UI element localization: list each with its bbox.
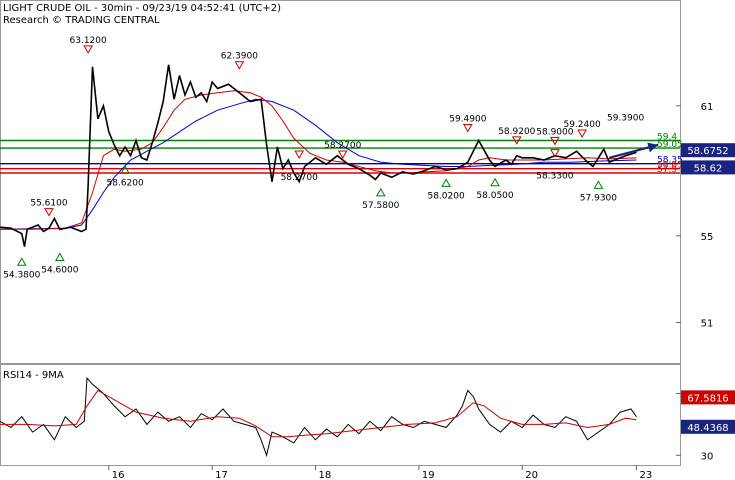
price-tick-label-0: 51 bbox=[701, 319, 714, 330]
marker-label-12: 58.9200 bbox=[498, 127, 535, 137]
marker-label-16: 57.9300 bbox=[580, 193, 617, 203]
price-tick-label-1: 55 bbox=[701, 232, 714, 243]
rsi-panel-frame bbox=[0, 364, 681, 466]
rsi-tick-label-0: 30 bbox=[701, 451, 714, 462]
marker-label-8: 57.5800 bbox=[362, 201, 399, 211]
marker-label-6: 58.2700 bbox=[281, 173, 318, 183]
marker-label-7: 58.2700 bbox=[324, 141, 361, 151]
x-tick-label-5: 23 bbox=[639, 470, 652, 480]
marker-label-3: 63.1200 bbox=[70, 36, 107, 46]
level-label-1: 59.05 bbox=[657, 140, 683, 150]
marker-label-10: 59.4900 bbox=[449, 115, 486, 125]
price-panel-frame bbox=[0, 0, 681, 364]
rsi-tag-label-0: 67.5816 bbox=[687, 393, 728, 404]
marker-label-4: 58.6200 bbox=[107, 178, 144, 188]
marker-label-0: 54.3800 bbox=[3, 270, 40, 280]
price-tick-label-2: 61 bbox=[701, 102, 714, 113]
marker-label-1: 55.6100 bbox=[30, 199, 67, 209]
marker-label-15: 59.2400 bbox=[563, 120, 600, 130]
level-label-4: 57.9 bbox=[657, 165, 677, 175]
x-tick-label-2: 18 bbox=[319, 470, 332, 480]
chart: 59.459.0558.3558.0557.9 54.380055.610054… bbox=[0, 0, 735, 480]
price-tag-label-0: 58.6752 bbox=[687, 146, 728, 157]
marker-label-17: 59.3900 bbox=[607, 114, 644, 124]
x-tick-label-1: 17 bbox=[215, 470, 228, 480]
marker-label-9: 58.0200 bbox=[427, 191, 464, 201]
rsi-tag-label-1: 48.4368 bbox=[687, 423, 728, 434]
rsi-title: RSI14 - 9MA bbox=[3, 370, 64, 381]
marker-label-13: 58.3300 bbox=[536, 172, 573, 182]
marker-label-11: 58.0500 bbox=[476, 191, 513, 201]
x-tick-label-4: 20 bbox=[525, 470, 538, 480]
price-tag-label-1: 58.62 bbox=[694, 163, 723, 174]
chart-title: LIGHT CRUDE OIL - 30min - 09/23/19 04:52… bbox=[3, 3, 281, 14]
x-tick-label-0: 16 bbox=[112, 470, 125, 480]
marker-label-5: 62.3900 bbox=[221, 52, 258, 62]
marker-label-2: 54.6000 bbox=[41, 266, 78, 276]
chart-subtitle: Research © TRADING CENTRAL bbox=[3, 15, 160, 26]
x-tick-label-3: 19 bbox=[422, 470, 435, 480]
